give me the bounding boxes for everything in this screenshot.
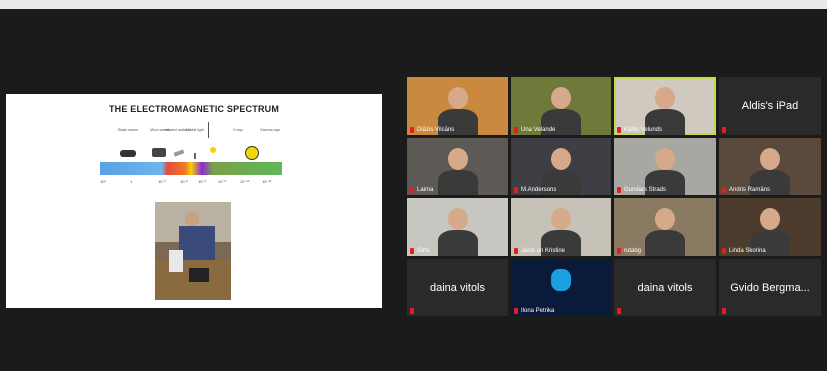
participant-tile[interactable]: Aldis's iPad bbox=[719, 77, 821, 135]
participant-head bbox=[447, 87, 468, 109]
muted-mic-icon bbox=[410, 308, 414, 314]
participant-display-name: daina vitols bbox=[429, 281, 486, 294]
participant-head bbox=[447, 148, 468, 170]
muted-mic-icon bbox=[410, 127, 414, 133]
participant-tile[interactable]: Diāzis Vilcāns bbox=[407, 77, 508, 135]
participant-head bbox=[655, 148, 675, 170]
participant-body bbox=[437, 230, 478, 256]
participant-tile[interactable]: daina vitols bbox=[407, 259, 508, 316]
participant-name-label: Linda Skorina bbox=[729, 248, 766, 254]
band-label: X rays bbox=[233, 128, 243, 132]
participant-head bbox=[760, 148, 780, 170]
participant-tile[interactable]: Andris Ramāns bbox=[719, 138, 821, 195]
spectrum-exponent: 1 bbox=[130, 179, 133, 184]
participant-display-name: daina vitols bbox=[637, 281, 693, 294]
muted-mic-icon bbox=[722, 127, 726, 133]
participant-tile[interactable]: Linda Skorina bbox=[719, 198, 821, 256]
participant-body bbox=[437, 170, 478, 195]
participant-head bbox=[551, 148, 571, 170]
spectrum-exponent: 10⁻⁸ bbox=[218, 179, 227, 184]
spectrum-bar bbox=[100, 162, 282, 175]
participant-name-label: Laima bbox=[417, 187, 434, 193]
muted-mic-icon bbox=[410, 187, 414, 193]
participant-name-label: Diāzis Vilcāns bbox=[417, 127, 455, 133]
participant-name-label: M.Andersons bbox=[521, 187, 557, 193]
band-label: Visible light bbox=[186, 128, 204, 132]
muted-mic-icon bbox=[722, 308, 726, 314]
participant-tile[interactable]: M.Andersons bbox=[511, 138, 611, 195]
lab-photo bbox=[155, 202, 231, 300]
participant-body bbox=[645, 230, 685, 256]
muted-mic-icon bbox=[617, 187, 621, 193]
participant-tile[interactable]: Ilona Petrika bbox=[511, 259, 611, 316]
spectrum-exponent: 10⁻¹² bbox=[262, 179, 272, 184]
muted-mic-icon bbox=[617, 248, 621, 254]
participant-display-name: Aldis's iPad bbox=[741, 100, 799, 112]
participant-tile[interactable]: Una Velande bbox=[511, 77, 611, 135]
zoom-meeting-window: THE ELECTROMAGNETIC SPECTRUM Radio waves… bbox=[0, 0, 827, 371]
participant-name-label: Kārlis Velunds bbox=[624, 127, 663, 133]
bulb-icon bbox=[194, 153, 196, 159]
participant-name-label: Girts bbox=[417, 248, 430, 254]
muted-mic-icon bbox=[514, 127, 518, 133]
participant-tile[interactable]: Girts bbox=[407, 198, 508, 256]
sun-icon bbox=[210, 147, 216, 153]
participant-head bbox=[551, 208, 571, 230]
participant-name-label: Una Velande bbox=[521, 127, 556, 133]
shared-screen[interactable]: THE ELECTROMAGNETIC SPECTRUM Radio waves… bbox=[6, 94, 382, 308]
photo-person-head bbox=[185, 212, 199, 226]
participant-name-label: Gundars Strads bbox=[624, 187, 667, 193]
muted-mic-icon bbox=[514, 187, 518, 193]
muted-mic-icon bbox=[722, 248, 726, 254]
participant-display-name: Gvido Bergma... bbox=[730, 281, 810, 294]
participant-tile[interactable]: Kārlis Velunds bbox=[614, 77, 716, 135]
radio-icon bbox=[120, 150, 136, 157]
participant-tile[interactable]: rutabg bbox=[614, 198, 716, 256]
muted-mic-icon bbox=[514, 248, 518, 254]
participant-tile[interactable]: Janis un Kristine bbox=[511, 198, 611, 256]
participant-name-label: Andris Ramāns bbox=[729, 187, 771, 193]
participant-head bbox=[655, 208, 675, 230]
participant-head bbox=[551, 87, 571, 109]
spectrum-exponent: 10⁻⁵ bbox=[180, 179, 189, 184]
muted-mic-icon bbox=[410, 248, 414, 254]
participant-name-label: rutabg bbox=[624, 248, 642, 254]
participant-head bbox=[760, 208, 780, 230]
band-label: Gamma rays bbox=[259, 128, 281, 132]
photo-microscope bbox=[169, 250, 183, 272]
participant-head bbox=[447, 208, 468, 230]
participant-tile[interactable]: Gundars Strads bbox=[614, 138, 716, 195]
participant-head bbox=[655, 87, 675, 109]
slide-title: THE ELECTROMAGNETIC SPECTRUM bbox=[108, 104, 280, 114]
remote-icon bbox=[173, 149, 185, 157]
spectrum-exponent: 10³ bbox=[100, 179, 106, 184]
photo-device bbox=[189, 268, 209, 282]
muted-mic-icon bbox=[722, 187, 726, 193]
participant-tile[interactable]: daina vitols bbox=[614, 259, 716, 316]
participant-tile[interactable]: Gvido Bergma... bbox=[719, 259, 821, 316]
muted-mic-icon bbox=[514, 308, 518, 314]
participant-name-label: Janis un Kristine bbox=[521, 248, 566, 254]
muted-mic-icon bbox=[617, 308, 621, 314]
visible-divider bbox=[208, 122, 209, 138]
band-label: Radio waves bbox=[117, 128, 139, 132]
participant-tile[interactable]: Laima bbox=[407, 138, 508, 195]
muted-mic-icon bbox=[617, 127, 621, 133]
spectrum-exponent: 10⁻¹⁰ bbox=[240, 179, 250, 184]
window-top-strip bbox=[0, 0, 827, 9]
photo-person-body bbox=[179, 226, 215, 260]
radiation-icon bbox=[245, 146, 259, 160]
microwave-icon bbox=[152, 148, 166, 157]
participant-head bbox=[551, 269, 571, 291]
participant-name-label: Ilona Petrika bbox=[521, 308, 555, 314]
spectrum-exponent: 10⁻² bbox=[158, 179, 166, 184]
spectrum-exponent: 10⁻⁶ bbox=[198, 179, 207, 184]
